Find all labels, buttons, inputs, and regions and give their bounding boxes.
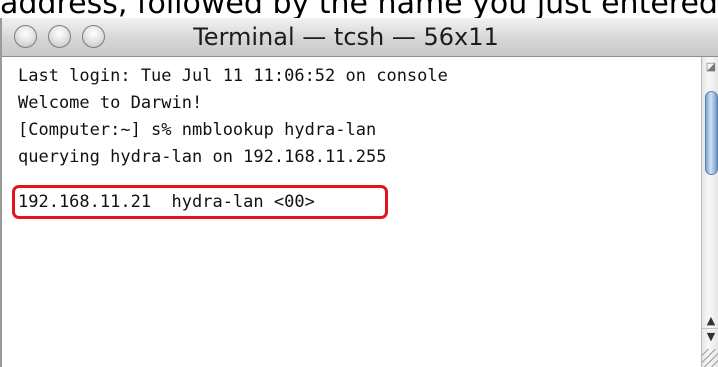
arrow-down-icon[interactable]: ▼: [702, 328, 718, 345]
window-title: Terminal — tcsh — 56x11: [193, 23, 499, 51]
terminal-output[interactable]: Last login: Tue Jul 11 11:06:52 on conso…: [2, 57, 702, 367]
arrow-up-icon[interactable]: ▲: [702, 313, 718, 329]
highlight-annotation: [12, 185, 388, 219]
terminal-window: Terminal — tcsh — 56x11 Last login: Tue …: [0, 18, 718, 367]
terminal-line: [Computer:~] s% nmblookup hydra-lan: [18, 120, 377, 140]
terminal-line: Last login: Tue Jul 11 11:06:52 on conso…: [18, 66, 448, 86]
vertical-scrollbar[interactable]: ◪ ▲ ▼: [701, 57, 718, 367]
resize-corner-icon[interactable]: ◪: [703, 59, 718, 75]
scroll-thumb[interactable]: [705, 91, 718, 175]
terminal-line: querying hydra-lan on 192.168.11.255: [18, 147, 387, 167]
title-bar[interactable]: Terminal — tcsh — 56x11: [2, 18, 718, 57]
resize-grip-icon[interactable]: [702, 349, 718, 367]
terminal-line: Welcome to Darwin!: [18, 93, 203, 113]
